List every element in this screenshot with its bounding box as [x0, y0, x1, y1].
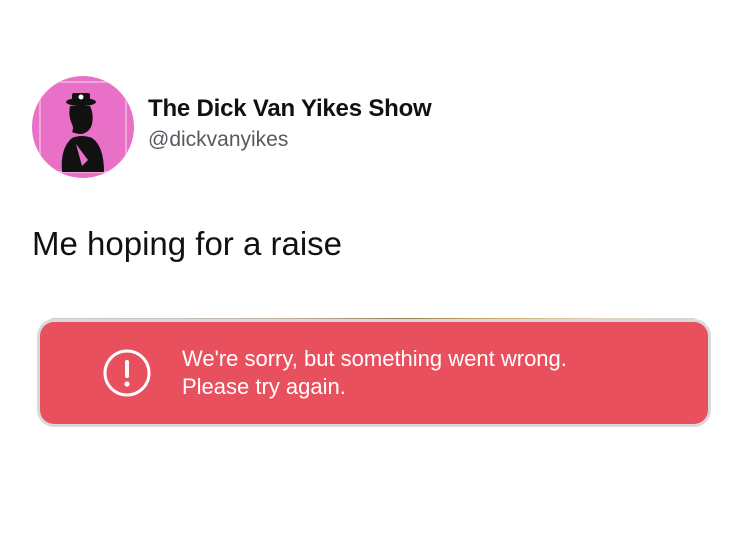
error-banner: We're sorry, but something went wrong. P…	[40, 322, 708, 424]
error-message-line-1: We're sorry, but something went wrong.	[182, 346, 567, 371]
avatar[interactable]	[32, 76, 134, 178]
error-message: We're sorry, but something went wrong. P…	[182, 345, 567, 401]
error-message-line-2: Please try again.	[182, 374, 346, 399]
silhouette-icon	[39, 81, 127, 173]
display-name[interactable]: The Dick Van Yikes Show	[148, 94, 432, 124]
tweet-header: The Dick Van Yikes Show @dickvanyikes	[32, 76, 432, 178]
tweet-text: Me hoping for a raise	[32, 225, 343, 262]
user-handle[interactable]: @dickvanyikes	[148, 126, 432, 154]
author-names: The Dick Van Yikes Show @dickvanyikes	[148, 94, 432, 154]
alert-circle-icon	[103, 349, 151, 397]
tweet-screenshot: The Dick Van Yikes Show @dickvanyikes Me…	[0, 0, 740, 538]
